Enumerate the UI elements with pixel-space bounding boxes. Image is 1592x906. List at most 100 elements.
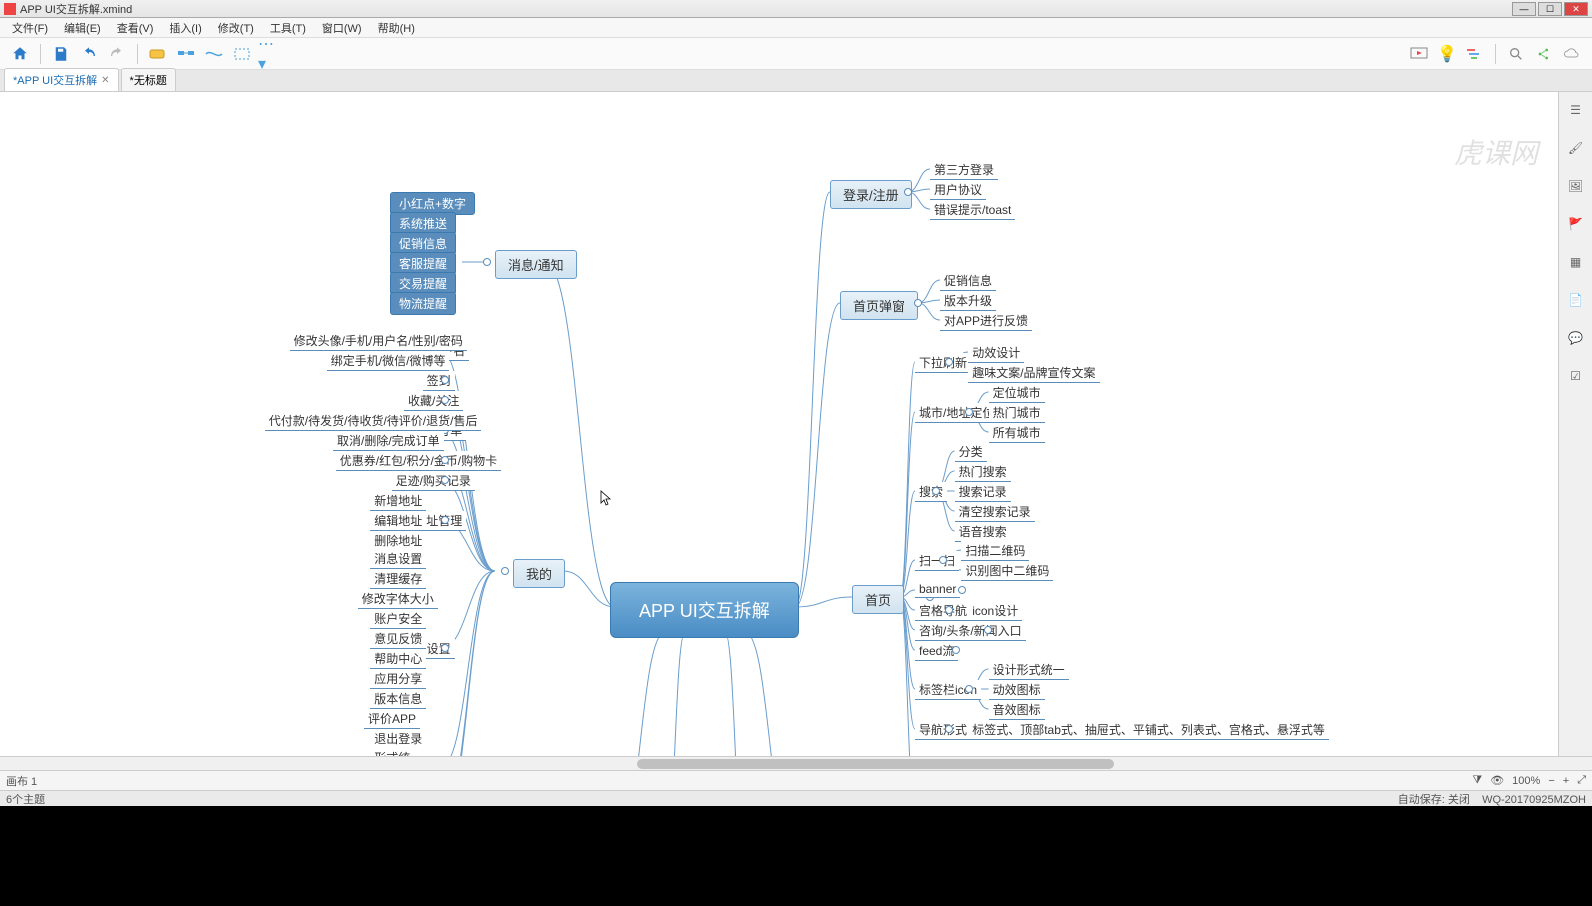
- node-joint[interactable]: [958, 586, 966, 594]
- mindmap-leaf[interactable]: 清理缓存: [370, 569, 426, 589]
- home-button[interactable]: [8, 42, 32, 66]
- mindmap-leaf[interactable]: 动效设计: [968, 343, 1024, 363]
- mindmap-leaf[interactable]: 所有城市: [989, 423, 1045, 443]
- node-joint[interactable]: [441, 456, 449, 464]
- mindmap-leaf[interactable]: 版本信息: [370, 689, 426, 709]
- mindmap-leaf[interactable]: 趣味文案/品牌宣传文案: [968, 363, 1099, 383]
- notes-icon[interactable]: 📄: [1566, 290, 1586, 310]
- mindmap-leaf[interactable]: 定位城市: [989, 383, 1045, 403]
- node-joint[interactable]: [441, 376, 449, 384]
- mindmap-subnode[interactable]: 收藏/关注: [404, 391, 463, 411]
- mindmap-subnode[interactable]: 设置: [423, 639, 455, 659]
- zoom-out-button[interactable]: −: [1548, 775, 1554, 787]
- mindmap-subnode[interactable]: 宫格导航: [915, 601, 971, 621]
- mindmap-leaf[interactable]: 第三方登录: [930, 160, 998, 180]
- mindmap-leaf[interactable]: 评价APP: [364, 709, 420, 729]
- mindmap-leaf[interactable]: 意见反馈: [370, 629, 426, 649]
- subtopic-button[interactable]: [174, 42, 198, 66]
- mindmap-subnode[interactable]: 搜索: [915, 482, 947, 502]
- menu-item[interactable]: 编辑(E): [56, 20, 109, 36]
- mindmap-leaf[interactable]: 设计形式统一: [989, 660, 1069, 680]
- mindmap-leaf[interactable]: 动效图标: [989, 680, 1045, 700]
- document-tab[interactable]: *无标题: [121, 68, 176, 91]
- menu-item[interactable]: 帮助(H): [370, 20, 423, 36]
- mindmap-branch[interactable]: 消息/通知: [495, 250, 577, 279]
- outline-icon[interactable]: ☰: [1566, 100, 1586, 120]
- mindmap-leaf[interactable]: 新增地址: [370, 491, 426, 511]
- mindmap-leaf[interactable]: 音效图标: [989, 700, 1045, 720]
- present-button[interactable]: [1407, 42, 1431, 66]
- node-joint[interactable]: [441, 644, 449, 652]
- menu-item[interactable]: 修改(T): [210, 20, 262, 36]
- mindmap-branch[interactable]: 首页弹窗: [840, 291, 918, 320]
- search-button[interactable]: [1504, 42, 1528, 66]
- topic-button[interactable]: [146, 42, 170, 66]
- mindmap-leaf[interactable]: 错误提示/toast: [930, 200, 1015, 220]
- mindmap-subnode[interactable]: 签到: [423, 371, 455, 391]
- mindmap-leaf[interactable]: 热门搜索: [955, 462, 1011, 482]
- node-joint[interactable]: [945, 358, 953, 366]
- node-joint[interactable]: [984, 626, 992, 634]
- mindmap-leaf[interactable]: icon设计: [968, 601, 1022, 621]
- filter-icon[interactable]: ⧩: [1472, 774, 1482, 787]
- close-button[interactable]: ✕: [1564, 2, 1588, 16]
- mindmap-leaf[interactable]: 帮助中心: [370, 649, 426, 669]
- node-joint[interactable]: [965, 685, 973, 693]
- mindmap-leaf[interactable]: 搜索记录: [955, 482, 1011, 502]
- share-button[interactable]: [1532, 42, 1556, 66]
- minimize-button[interactable]: —: [1512, 2, 1536, 16]
- mindmap-subnode[interactable]: 城市/地址定位: [915, 403, 998, 423]
- mindmap-leaf[interactable]: 消息设置: [370, 549, 426, 569]
- mindmap-leaf[interactable]: 用户协议: [930, 180, 986, 200]
- mindmap-subnode[interactable]: 扫一扫: [915, 551, 959, 571]
- relationship-button[interactable]: [202, 42, 226, 66]
- node-joint[interactable]: [904, 188, 912, 196]
- mindmap-subnode[interactable]: 导航形式: [915, 720, 971, 740]
- mindmap-leaf[interactable]: 物流提醒: [390, 292, 456, 315]
- boundary-button[interactable]: [230, 42, 254, 66]
- horizontal-scrollbar[interactable]: [0, 756, 1592, 770]
- comments-icon[interactable]: 💬: [1566, 328, 1586, 348]
- node-joint[interactable]: [945, 606, 953, 614]
- mindmap-leaf[interactable]: 标签式、顶部tab式、抽屉式、平铺式、列表式、宫格式、悬浮式等: [968, 720, 1329, 740]
- mindmap-leaf[interactable]: 取消/删除/完成订单: [333, 431, 444, 451]
- close-icon[interactable]: ✕: [101, 75, 109, 86]
- menu-item[interactable]: 文件(F): [4, 20, 56, 36]
- idea-button[interactable]: 💡: [1435, 42, 1459, 66]
- view-icon[interactable]: 👁: [1490, 774, 1504, 787]
- zoom-level[interactable]: 100%: [1512, 775, 1540, 787]
- mindmap-subnode[interactable]: 下拉刷新: [915, 353, 971, 373]
- more-button[interactable]: ⋯ ▾: [258, 42, 282, 66]
- iconset-icon[interactable]: ▦: [1566, 252, 1586, 272]
- node-joint[interactable]: [441, 396, 449, 404]
- marker-icon[interactable]: 🚩: [1566, 214, 1586, 234]
- maximize-button[interactable]: ☐: [1538, 2, 1562, 16]
- mindmap-leaf[interactable]: 清空搜索记录: [955, 502, 1035, 522]
- menu-item[interactable]: 查看(V): [109, 20, 162, 36]
- mindmap-leaf[interactable]: 删除地址: [370, 531, 426, 551]
- mindmap-subnode[interactable]: 咨询/头条/新闻入口: [915, 621, 1026, 641]
- zoom-in-button[interactable]: +: [1563, 775, 1569, 787]
- cloud-button[interactable]: [1560, 42, 1584, 66]
- mindmap-center[interactable]: APP UI交互拆解: [610, 582, 799, 638]
- document-tab[interactable]: *APP UI交互拆解✕: [4, 68, 119, 91]
- mindmap-leaf[interactable]: 应用分享: [370, 669, 426, 689]
- gantt-button[interactable]: [1463, 42, 1487, 66]
- mindmap-leaf[interactable]: 识别图中二维码: [961, 561, 1053, 581]
- task-icon[interactable]: ☑: [1566, 366, 1586, 386]
- mindmap-leaf[interactable]: 编辑地址: [370, 511, 426, 531]
- mindmap-leaf[interactable]: 对APP进行反馈: [940, 311, 1032, 331]
- node-joint[interactable]: [914, 299, 922, 307]
- mindmap-leaf[interactable]: 绑定手机/微信/微博等: [327, 351, 450, 371]
- node-joint[interactable]: [939, 556, 947, 564]
- mindmap-subnode[interactable]: 优惠券/红包/积分/金币/购物卡: [336, 451, 501, 471]
- mindmap-leaf[interactable]: 形式统一: [370, 748, 426, 756]
- sheet-tab[interactable]: 画布 1: [6, 773, 37, 789]
- format-icon[interactable]: 🖌: [1566, 138, 1586, 158]
- fit-button[interactable]: ⤢: [1577, 774, 1586, 787]
- save-button[interactable]: [49, 42, 73, 66]
- menu-item[interactable]: 插入(I): [161, 20, 209, 36]
- mindmap-leaf[interactable]: 语音搜索: [955, 522, 1011, 542]
- node-joint[interactable]: [932, 487, 940, 495]
- mindmap-leaf[interactable]: 账户安全: [370, 609, 426, 629]
